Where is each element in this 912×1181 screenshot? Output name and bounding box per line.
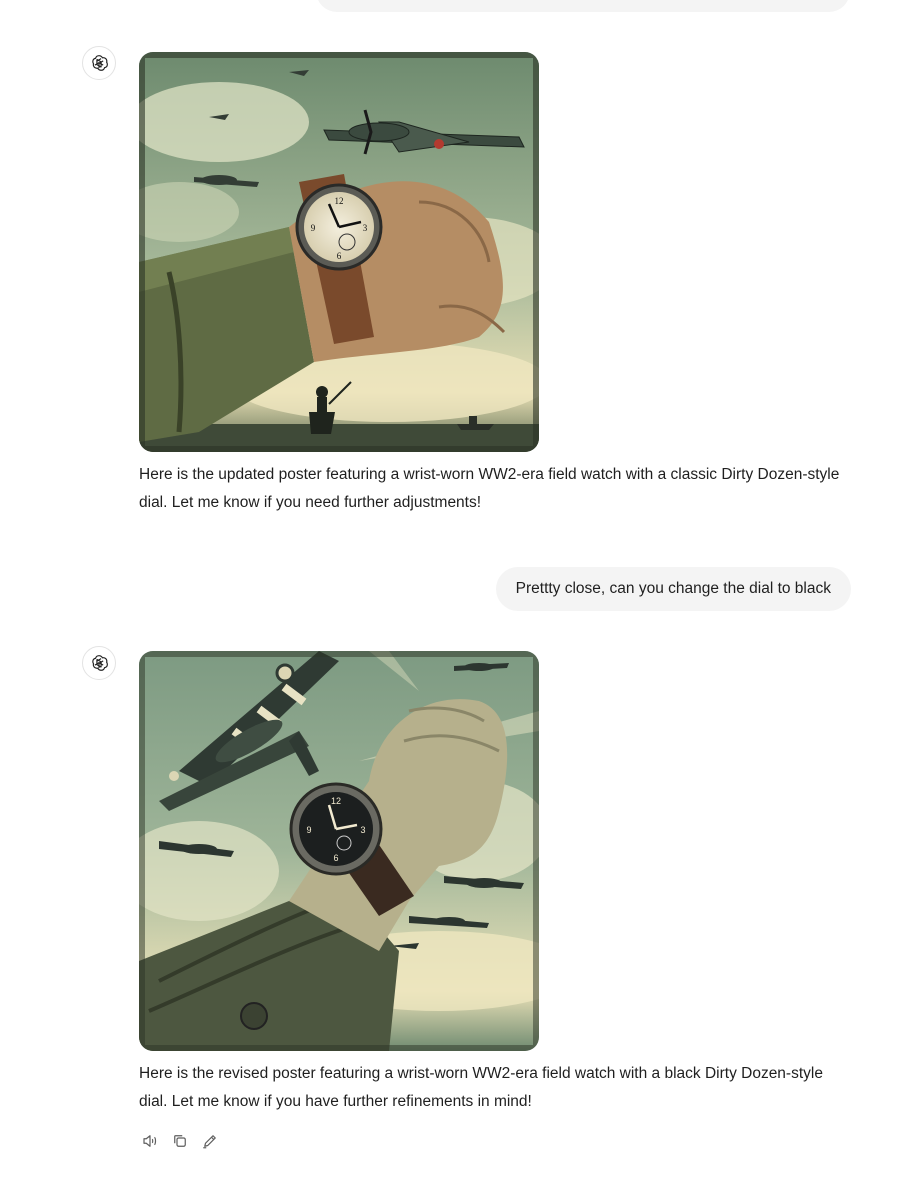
openai-logo-icon [92,55,108,71]
svg-text:3: 3 [360,825,365,835]
svg-text:9: 9 [311,223,316,233]
poster-image-cream-dial[interactable]: 12 3 6 9 [139,52,539,452]
read-aloud-icon [143,1135,157,1147]
poster-illustration-2: 12 3 6 9 [139,651,539,1051]
svg-text:6: 6 [337,251,342,261]
user-message-bubble: Prettty close, can you change the dial t… [495,567,851,611]
poster-illustration-1: 12 3 6 9 [139,52,539,452]
edit-button[interactable] [199,1130,221,1152]
chat-page: 12 3 6 9 Here is the updated poster feat… [0,0,912,1181]
assistant-avatar [82,46,116,80]
previous-user-message-bubble [316,0,850,12]
assistant-avatar [82,646,116,680]
assistant-message-text: Here is the revised poster featuring a w… [139,1065,823,1110]
svg-text:3: 3 [363,223,368,233]
svg-text:12: 12 [331,796,341,806]
copy-button[interactable] [169,1130,191,1152]
copy-icon [174,1135,186,1147]
read-aloud-button[interactable] [139,1130,161,1152]
openai-logo-icon [92,655,108,671]
user-message-text: Prettty close, can you change the dial t… [515,580,831,597]
svg-text:9: 9 [306,825,311,835]
message-actions [139,1130,221,1152]
assistant-message-text: Here is the updated poster featuring a w… [139,466,840,511]
edit-icon [203,1135,216,1149]
svg-text:12: 12 [335,196,344,206]
poster-image-black-dial[interactable]: 12 3 6 9 [139,651,539,1051]
svg-text:6: 6 [333,853,338,863]
